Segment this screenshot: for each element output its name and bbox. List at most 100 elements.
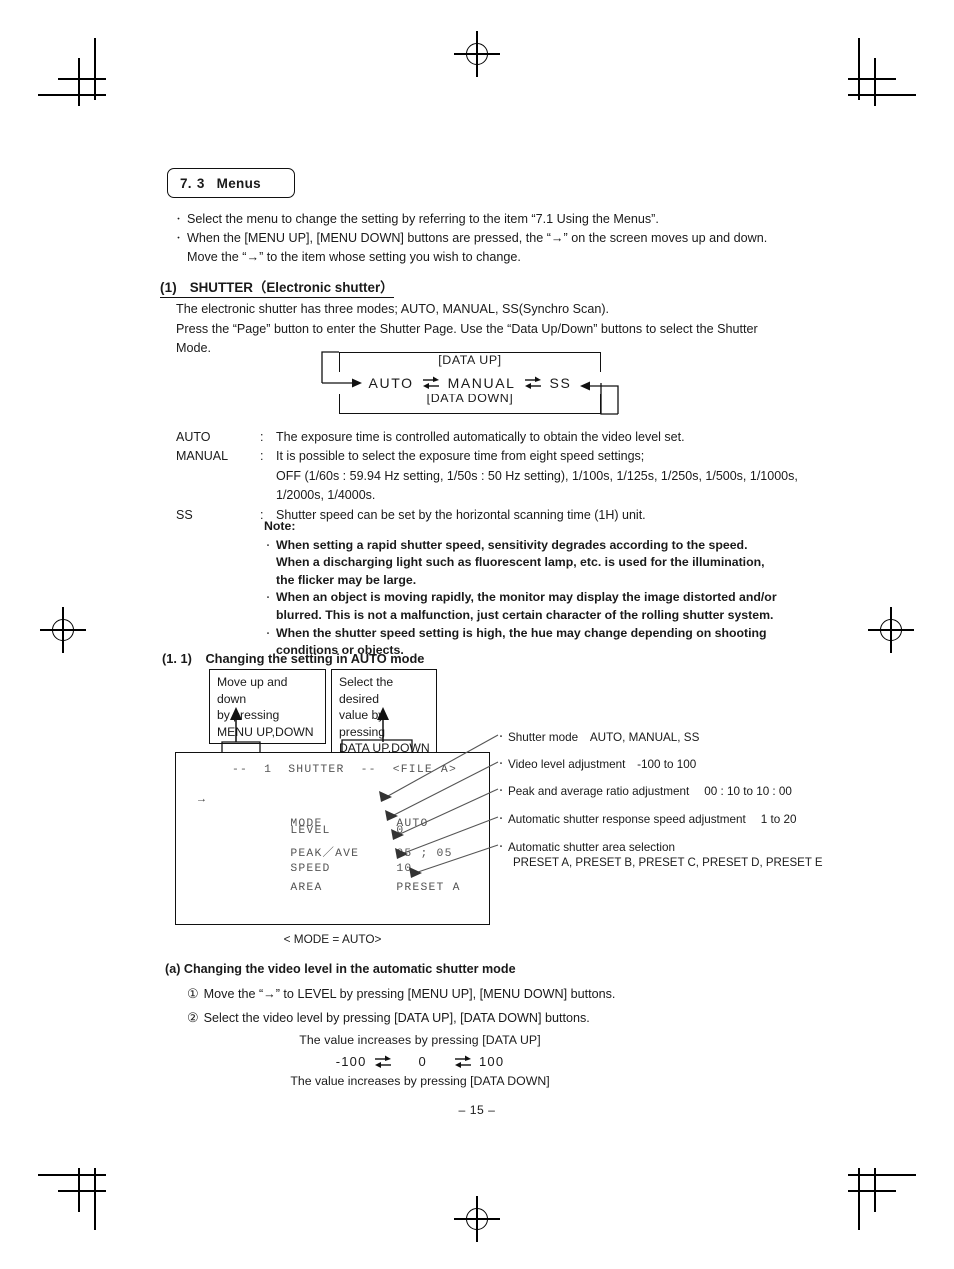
shutter-intro-line-2: Press the “Page” button to enter the Shu…: [176, 321, 758, 336]
osd-row-peak-ave: PEAK／AVE 05 ; 05: [198, 832, 461, 860]
osd-row-level: LEVEL 0: [198, 813, 461, 837]
mode-auto: AUTO: [368, 375, 414, 391]
mode-definitions: AUTO : The exposure time is controlled a…: [176, 428, 836, 525]
definition-text-manual-3: 1/2000s, 1/4000s.: [276, 488, 376, 503]
section-a-heading: (a) Changing the video level in the auto…: [165, 962, 516, 976]
annotation-shutter-mode: Shutter mode AUTO, MANUAL, SS: [497, 730, 699, 745]
definition-colon-auto: :: [260, 430, 264, 444]
note-item-2-line-2: blurred. This is not a malfunction, just…: [276, 607, 774, 622]
intro-bullet-2: When the [MENU UP], [MENU DOWN] buttons …: [174, 229, 816, 248]
crop-mark-bottom-right: [846, 1168, 916, 1230]
note-item-1-line-1: When setting a rapid shutter speed, sens…: [276, 537, 748, 552]
step-2-number: ②: [187, 1010, 199, 1025]
section-a-steps: ① Move the “→” to LEVEL by pressing [MENU…: [187, 982, 615, 1030]
osd-title: -- 1 SHUTTER -- <FILE A>: [232, 764, 457, 776]
osd-cursor-arrow-icon: →: [198, 794, 207, 806]
osd-row-speed: SPEED 10: [198, 851, 461, 875]
registration-mark-bottom: [454, 1196, 500, 1242]
shutter-heading: (1) SHUTTER（Electronic shutter）: [160, 276, 394, 298]
value-min: -100: [335, 1054, 367, 1069]
subsection-11-number: (1. 1): [162, 651, 192, 666]
callout-1-line-2: by pressing: [217, 708, 280, 723]
annotation-peak-average: Peak and average ratio adjustment 00 : 1…: [497, 784, 792, 799]
callout-box-data: Select the desired value by pressing DAT…: [331, 669, 437, 761]
annotation-response-speed: Automatic shutter response speed adjustm…: [497, 812, 796, 827]
note-heading: Note:: [264, 519, 296, 533]
osd-content: -- 1 SHUTTER -- <FILE A> → MODE AUTO LEVE…: [176, 753, 489, 924]
value-max: 100: [478, 1054, 505, 1069]
osd-label-area: AREA: [290, 882, 323, 894]
definition-term-auto: AUTO: [176, 430, 211, 444]
osd-row-area: AREA PRESET A: [198, 870, 461, 894]
mode-cycle-diagram: [DATA UP] [DATA DOWN] AUTO MANUAL SS: [339, 352, 601, 414]
bidirectional-arrow-icon: [421, 374, 441, 392]
manual-page: 7. 3 Menus Select the menu to change the…: [0, 0, 954, 1269]
callout-2-line-1: Select the desired: [339, 675, 394, 706]
registration-mark-top: [454, 31, 500, 77]
annotation-area-presets: PRESET A, PRESET B, PRESET C, PRESET D, …: [513, 857, 823, 869]
osd-value-area: PRESET A: [396, 882, 461, 894]
page-number: – 15 –: [458, 1103, 496, 1117]
definition-text-manual-1: It is possible to select the exposure ti…: [276, 449, 645, 464]
note-item-1: When setting a rapid shutter speed, sens…: [264, 537, 824, 590]
shutter-intro-line-1: The electronic shutter has three modes; …: [176, 302, 610, 316]
value-range-diagram: The value increases by pressing [DATA UP…: [255, 1033, 585, 1088]
osd-rows: → MODE AUTO LEVEL 0 PEAK／AVE 05 ; 05 SPEED 1…: [198, 794, 461, 894]
crop-mark-top-right: [846, 38, 916, 106]
callout-2-line-2: value by pressing: [339, 708, 386, 739]
callout-1-line-3: MENU UP,DOWN: [217, 724, 314, 739]
intro-bullet-2-continued: Move the “→” to the item whose setting y…: [187, 250, 521, 264]
screen-caption: < MODE = AUTO>: [283, 932, 382, 946]
subsection-11-heading: (1. 1) Changing the setting in AUTO mode: [162, 651, 424, 666]
section-number-major: 7.: [180, 175, 192, 191]
section-number-minor: 3: [196, 175, 205, 191]
registration-mark-right: [868, 607, 914, 653]
bidirectional-arrow-icon-4: [453, 1053, 473, 1071]
mode-manual: MANUAL: [447, 375, 516, 391]
step-1-number: ①: [187, 986, 199, 1001]
step-2: ② Select the video level by pressing [DAT…: [187, 1006, 615, 1030]
intro-bullets: Select the menu to change the setting by…: [174, 210, 816, 267]
bidirectional-arrow-icon-3: [373, 1053, 393, 1071]
subsection-11-title: Changing the setting in AUTO mode: [205, 651, 425, 666]
mode-sequence: AUTO MANUAL SS: [339, 372, 601, 394]
step-2-text: Select the video level by pressing [DATA…: [203, 1011, 590, 1025]
definition-term-ss: SS: [176, 507, 193, 522]
value-mid: 0: [418, 1054, 427, 1069]
step-1: ① Move the “→” to LEVEL by pressing [MENU…: [187, 982, 615, 1006]
step-1-text: Move the “→” to LEVEL by pressing [MENU …: [203, 987, 616, 1001]
osd-screen: -- 1 SHUTTER -- <FILE A> → MODE AUTO LEVE…: [175, 752, 490, 925]
definition-colon-manual: :: [260, 449, 264, 464]
note-item-3-line-1: When the shutter speed setting is high, …: [276, 625, 767, 640]
note-item-2-line-1: When an object is moving rapidly, the mo…: [276, 590, 777, 605]
note-item-1-line-2: When a discharging light such as fluores…: [276, 555, 765, 570]
mode-ss: SS: [549, 375, 572, 391]
crop-mark-bottom-left: [38, 1168, 108, 1230]
value-range-bottom-label: The value increases by pressing [DATA DO…: [290, 1074, 550, 1088]
osd-row-mode: → MODE AUTO: [198, 794, 461, 830]
note-item-2: When an object is moving rapidly, the mo…: [264, 589, 824, 624]
crop-mark-top-left: [38, 38, 108, 106]
annotation-area-selection: Automatic shutter area selection: [497, 840, 675, 855]
definition-text-manual-2: OFF (1/60s : 59.94 Hz setting, 1/50s : 5…: [276, 468, 798, 483]
callout-box-menu: Move up and down by pressing MENU UP,DOW…: [209, 669, 326, 745]
note-block: Note: When setting a rapid shutter speed…: [264, 518, 824, 660]
callout-1-line-1: Move up and down: [217, 675, 288, 706]
section-title: Menus: [216, 175, 261, 191]
definition-text-auto: The exposure time is controlled automati…: [276, 430, 685, 444]
registration-mark-left: [40, 607, 86, 653]
annotation-video-level: Video level adjustment -100 to 100: [497, 757, 696, 772]
shutter-heading-number: (1): [160, 280, 177, 295]
section-header-box: 7. 3 Menus: [167, 168, 295, 198]
shutter-heading-title: SHUTTER（Electronic shutter）: [189, 280, 394, 295]
definition-row-auto: AUTO : The exposure time is controlled a…: [176, 428, 836, 447]
data-up-label: [DATA UP]: [438, 353, 502, 367]
intro-bullet-1: Select the menu to change the setting by…: [174, 210, 816, 229]
definition-term-manual: MANUAL: [176, 449, 229, 464]
shutter-intro-paragraph: The electronic shutter has three modes; …: [176, 300, 791, 359]
value-range-top-label: The value increases by pressing [DATA UP…: [299, 1033, 541, 1047]
definition-row-manual: MANUAL : It is possible to select the ex…: [176, 447, 836, 505]
bidirectional-arrow-icon-2: [523, 374, 543, 392]
value-range-scale: -100 0 100: [255, 1050, 585, 1073]
note-item-1-line-3: the flicker may be large.: [276, 572, 417, 587]
